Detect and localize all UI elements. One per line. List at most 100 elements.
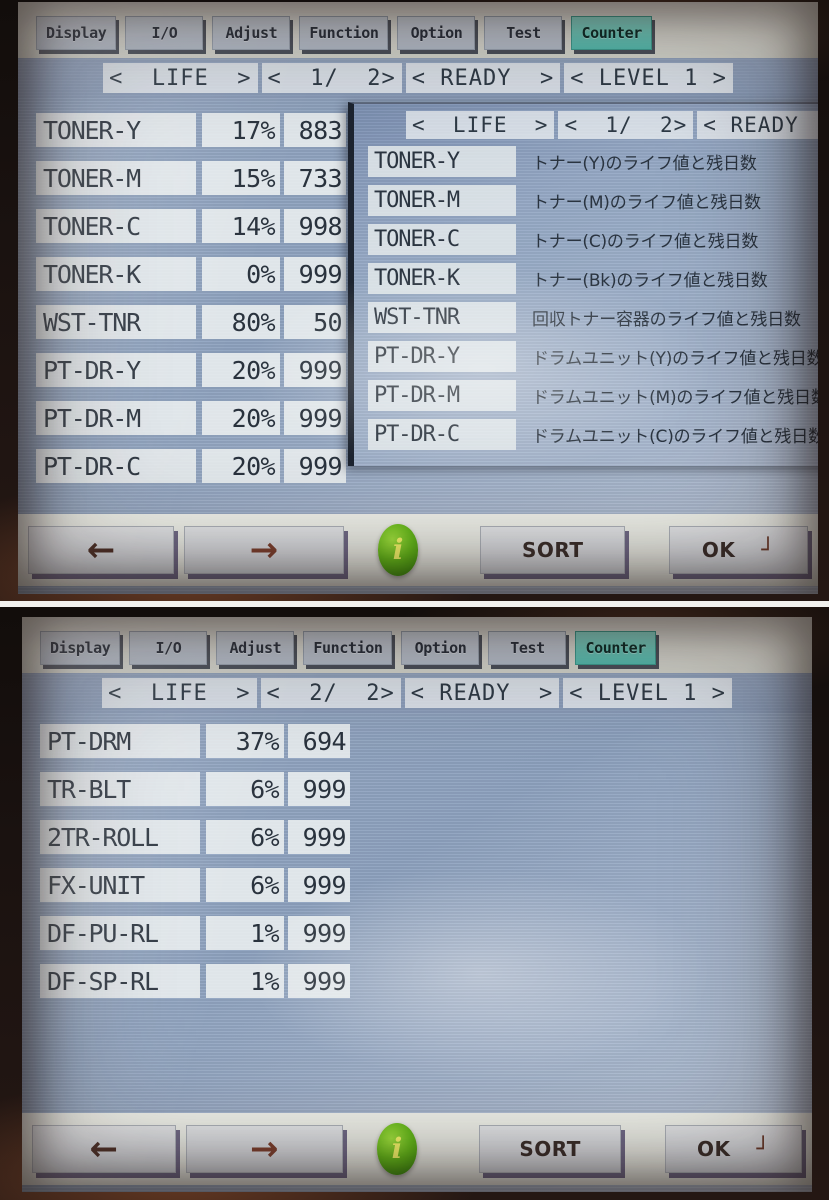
- info-icon[interactable]: i: [377, 524, 419, 576]
- overlay-row: TONER-Y トナー(Y)のライフ値と残日数: [354, 142, 818, 181]
- status-page-selector[interactable]: < 1/ 2>: [261, 63, 402, 93]
- row-days: 999: [284, 353, 346, 387]
- overlay-item-description: 回収トナー容器のライフ値と残日数: [532, 310, 801, 330]
- table-row[interactable]: PT-DR-Y 20% 999: [36, 346, 356, 394]
- table-row[interactable]: TR-BLT 6% 999: [40, 765, 360, 813]
- table-row[interactable]: DF-PU-RL 1% 999: [40, 909, 360, 957]
- table-row[interactable]: FX-UNIT 6% 999: [40, 861, 360, 909]
- table-row[interactable]: 2TR-ROLL 6% 999: [40, 813, 360, 861]
- tab-label: Function: [309, 24, 379, 42]
- info-letter: i: [391, 1132, 403, 1165]
- tab-function[interactable]: Function: [299, 16, 389, 50]
- life-counter-table-bottom: PT-DRM 37% 694 TR-BLT 6% 999 2TR-ROLL 6%…: [40, 717, 360, 1005]
- table-row[interactable]: TONER-M 15% 733: [36, 154, 356, 202]
- next-button[interactable]: →: [186, 1125, 343, 1173]
- row-days: 999: [284, 257, 346, 291]
- row-days: 999: [284, 401, 346, 435]
- prev-button[interactable]: ←: [32, 1125, 177, 1173]
- table-row[interactable]: WST-TNR 80% 50: [36, 298, 356, 346]
- tab-label: I/O: [151, 24, 178, 42]
- tab-display[interactable]: Display: [36, 16, 117, 50]
- row-item-name: TR-BLT: [40, 772, 200, 806]
- overlay-status-page: < 1/ 2>: [558, 111, 694, 139]
- overlay-row: TONER-C トナー(C)のライフ値と残日数: [354, 220, 818, 259]
- row-percent: 15%: [202, 161, 280, 195]
- table-row[interactable]: PT-DR-C 20% 999: [36, 442, 356, 490]
- table-row[interactable]: TONER-C 14% 998: [36, 202, 356, 250]
- row-percent: 80%: [202, 305, 280, 339]
- tab-label: Option: [410, 24, 463, 42]
- tab-label: Adjust: [225, 24, 278, 42]
- row-item-name: WST-TNR: [36, 305, 196, 339]
- tab-bar-bottom: Display I/O Adjust Function Option Test …: [22, 617, 812, 673]
- status-ready-indicator[interactable]: < READY >: [404, 678, 560, 708]
- tab-test[interactable]: Test: [488, 631, 567, 665]
- overlay-status-bar: < LIFE > < 1/ 2> < READY >: [354, 108, 818, 142]
- row-percent: 20%: [202, 449, 280, 483]
- lcd-screen-top: Display I/O Adjust Function Option Test …: [18, 2, 818, 594]
- overlay-row: TONER-M トナー(M)のライフ値と残日数: [354, 181, 818, 220]
- tab-adjust[interactable]: Adjust: [216, 631, 295, 665]
- row-percent: 20%: [202, 401, 280, 435]
- row-item-name: TONER-Y: [36, 113, 196, 147]
- sort-button[interactable]: SORT: [478, 1125, 622, 1173]
- arrow-right-icon: →: [249, 1129, 279, 1169]
- overlay-item-name: PT-DR-C: [368, 419, 516, 450]
- sort-label: SORT: [521, 538, 584, 562]
- row-item-name: DF-PU-RL: [40, 916, 200, 950]
- row-percent: 0%: [202, 257, 280, 291]
- overlay-item-description: ドラムユニット(Y)のライフ値と残日数: [532, 349, 818, 369]
- tab-test[interactable]: Test: [484, 16, 563, 50]
- ok-button[interactable]: OK ┘: [669, 526, 808, 574]
- tab-option[interactable]: Option: [401, 631, 480, 665]
- tab-function[interactable]: Function: [303, 631, 393, 665]
- status-mode-selector[interactable]: < LIFE >: [102, 678, 257, 708]
- tab-counter[interactable]: Counter: [575, 631, 656, 665]
- prev-button[interactable]: ←: [28, 526, 175, 574]
- tab-adjust[interactable]: Adjust: [212, 16, 291, 50]
- ok-button[interactable]: OK ┘: [665, 1125, 803, 1173]
- row-days: 999: [288, 964, 350, 998]
- row-item-name: PT-DR-Y: [36, 353, 196, 387]
- row-item-name: PT-DR-C: [36, 449, 196, 483]
- row-item-name: TONER-C: [36, 209, 196, 243]
- overlay-item-name: TONER-Y: [368, 146, 516, 177]
- table-row[interactable]: TONER-K 0% 999: [36, 250, 356, 298]
- row-item-name: FX-UNIT: [40, 868, 200, 902]
- row-days: 998: [284, 209, 346, 243]
- next-button[interactable]: →: [184, 526, 344, 574]
- arrow-right-icon: →: [249, 530, 279, 570]
- arrow-left-icon: ←: [86, 530, 116, 570]
- life-counter-table-top: TONER-Y 17% 883 TONER-M 15% 733 TONER-C …: [36, 106, 356, 490]
- row-days: 999: [284, 449, 346, 483]
- help-overlay-top: < LIFE > < 1/ 2> < READY > TONER-Y トナー(Y…: [348, 102, 818, 466]
- status-level-selector[interactable]: < LEVEL 1 >: [563, 678, 732, 708]
- table-row[interactable]: PT-DR-M 20% 999: [36, 394, 356, 442]
- row-percent: 1%: [206, 916, 284, 950]
- status-mode-selector[interactable]: < LIFE >: [103, 63, 258, 93]
- tab-option[interactable]: Option: [397, 16, 476, 50]
- sort-button[interactable]: SORT: [480, 526, 625, 574]
- tab-label: Option: [414, 639, 467, 657]
- tab-io[interactable]: I/O: [125, 16, 204, 50]
- tab-label: Test: [510, 639, 545, 657]
- return-arrow-icon: ┘: [756, 1136, 771, 1162]
- overlay-row: PT-DR-Y ドラムユニット(Y)のライフ値と残日数: [354, 337, 818, 376]
- status-level-selector[interactable]: < LEVEL 1 >: [564, 63, 733, 93]
- status-page-selector[interactable]: < 2/ 2>: [260, 678, 401, 708]
- info-icon[interactable]: i: [376, 1123, 417, 1175]
- table-row[interactable]: PT-DRM 37% 694: [40, 717, 360, 765]
- tab-label: Counter: [581, 24, 642, 42]
- tab-label: Counter: [585, 639, 646, 657]
- tab-counter[interactable]: Counter: [571, 16, 652, 50]
- row-percent: 6%: [206, 772, 284, 806]
- status-ready-indicator[interactable]: < READY >: [405, 63, 561, 93]
- tab-display[interactable]: Display: [40, 631, 121, 665]
- table-row[interactable]: TONER-Y 17% 883: [36, 106, 356, 154]
- row-percent: 1%: [206, 964, 284, 998]
- overlay-row: TONER-K トナー(Bk)のライフ値と残日数: [354, 259, 818, 298]
- row-percent: 17%: [202, 113, 280, 147]
- tab-io[interactable]: I/O: [129, 631, 208, 665]
- tab-label: Adjust: [229, 639, 282, 657]
- table-row[interactable]: DF-SP-RL 1% 999: [40, 957, 360, 1005]
